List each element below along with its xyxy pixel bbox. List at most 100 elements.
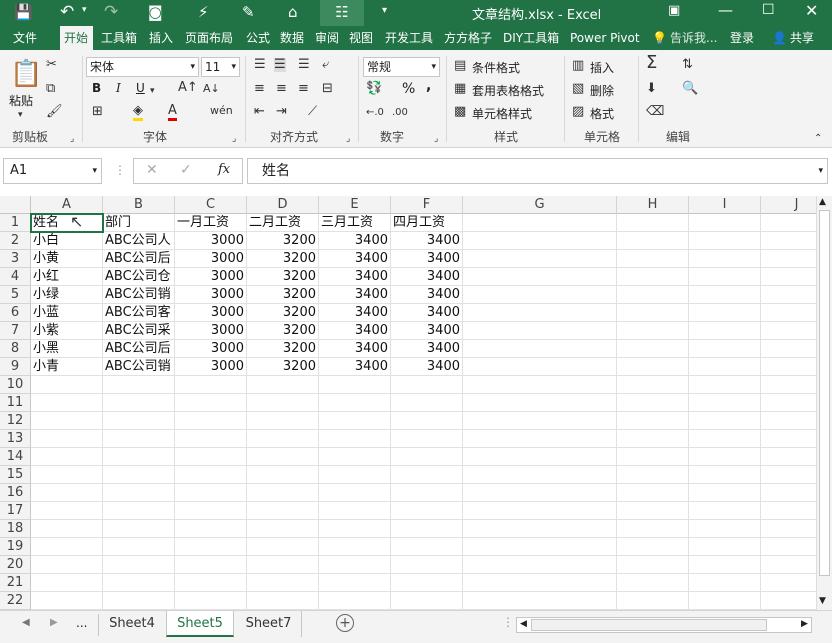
row-header-21[interactable]: 21 xyxy=(0,574,31,592)
cell-b16[interactable] xyxy=(103,484,175,502)
cell-i22[interactable] xyxy=(689,592,761,610)
font-size-combo[interactable]: 11 ▾ xyxy=(201,57,240,77)
cell-h13[interactable] xyxy=(617,430,689,448)
cell-h22[interactable] xyxy=(617,592,689,610)
cell-c12[interactable] xyxy=(175,412,247,430)
conditional-format-button[interactable]: 条件格式 xyxy=(472,59,520,76)
cell-b9[interactable]: ABC公司销 xyxy=(103,358,175,376)
align-right-icon[interactable]: ≡ xyxy=(298,82,309,96)
row-header-13[interactable]: 13 xyxy=(0,430,31,448)
cell-b8[interactable]: ABC公司后 xyxy=(103,340,175,358)
cell-h6[interactable] xyxy=(617,304,689,322)
row-header-22[interactable]: 22 xyxy=(0,592,31,610)
decrease-font-icon[interactable]: A↓ xyxy=(203,82,220,96)
row-header-7[interactable]: 7 xyxy=(0,322,31,340)
cell-c21[interactable] xyxy=(175,574,247,592)
cell-e15[interactable] xyxy=(319,466,391,484)
redo-icon[interactable]: ↷ xyxy=(104,2,118,22)
percent-button[interactable]: % xyxy=(402,81,415,97)
row-header-15[interactable]: 15 xyxy=(0,466,31,484)
cell-h12[interactable] xyxy=(617,412,689,430)
cell-h10[interactable] xyxy=(617,376,689,394)
login-link[interactable]: 登录 xyxy=(730,26,754,50)
cell-g21[interactable] xyxy=(463,574,617,592)
cell-g12[interactable] xyxy=(463,412,617,430)
cell-i1[interactable] xyxy=(689,214,761,232)
cell-f21[interactable] xyxy=(391,574,463,592)
cell-b17[interactable] xyxy=(103,502,175,520)
camera-icon[interactable]: ◙ xyxy=(148,3,163,21)
cell-f13[interactable] xyxy=(391,430,463,448)
cell-e20[interactable] xyxy=(319,556,391,574)
cell-e12[interactable] xyxy=(319,412,391,430)
cell-d8[interactable]: 3200 xyxy=(247,340,319,358)
chevron-down-icon[interactable]: ▾ xyxy=(431,58,436,76)
align-bottom-icon[interactable]: ☰ xyxy=(298,58,310,72)
cell-c4[interactable]: 3000 xyxy=(175,268,247,286)
number-format-combo[interactable]: 常规 ▾ xyxy=(363,57,440,77)
formula-input[interactable]: 姓名 ▾ xyxy=(247,158,828,184)
cell-h18[interactable] xyxy=(617,520,689,538)
insert-cells-button[interactable]: 插入 xyxy=(590,59,614,76)
wrap-text-icon[interactable]: ⤶ xyxy=(322,58,329,72)
login-icon[interactable]: ⌂ xyxy=(288,3,298,21)
tab-formulas[interactable]: 公式 xyxy=(246,26,270,50)
cell-f16[interactable] xyxy=(391,484,463,502)
cell-a22[interactable] xyxy=(31,592,103,610)
cell-e11[interactable] xyxy=(319,394,391,412)
bold-button[interactable]: B xyxy=(92,81,101,95)
cell-d12[interactable] xyxy=(247,412,319,430)
cell-a21[interactable] xyxy=(31,574,103,592)
font-name-combo[interactable]: 宋体 ▾ xyxy=(86,57,199,77)
orientation-icon[interactable]: ⟋ xyxy=(308,105,317,119)
cell-b11[interactable] xyxy=(103,394,175,412)
cell-f4[interactable]: 3400 xyxy=(391,268,463,286)
cell-c16[interactable] xyxy=(175,484,247,502)
cell-i9[interactable] xyxy=(689,358,761,376)
cell-a4[interactable]: 小红 xyxy=(31,268,103,286)
font-color-icon[interactable]: A xyxy=(168,104,177,121)
cell-b5[interactable]: ABC公司销 xyxy=(103,286,175,304)
expand-formula-icon[interactable]: ▾ xyxy=(818,159,823,183)
tab-power-pivot[interactable]: Power Pivot xyxy=(570,26,640,50)
cell-a18[interactable] xyxy=(31,520,103,538)
increase-decimal-icon[interactable]: ←.0 xyxy=(366,106,384,120)
cell-f19[interactable] xyxy=(391,538,463,556)
cell-c17[interactable] xyxy=(175,502,247,520)
cell-g10[interactable] xyxy=(463,376,617,394)
tab-insert[interactable]: 插入 xyxy=(149,26,173,50)
align-left-icon[interactable]: ≡ xyxy=(254,82,265,96)
cell-b14[interactable] xyxy=(103,448,175,466)
maximize-icon[interactable]: ☐ xyxy=(762,2,775,18)
cell-d19[interactable] xyxy=(247,538,319,556)
tab-developer[interactable]: 开发工具 xyxy=(385,26,433,50)
align-center-icon[interactable]: ≡ xyxy=(276,82,287,96)
cell-e8[interactable]: 3400 xyxy=(319,340,391,358)
tell-me-box[interactable]: 告诉我... xyxy=(670,26,717,50)
cell-d7[interactable]: 3200 xyxy=(247,322,319,340)
cell-f12[interactable] xyxy=(391,412,463,430)
cell-d3[interactable]: 3200 xyxy=(247,250,319,268)
cell-i5[interactable] xyxy=(689,286,761,304)
cell-i4[interactable] xyxy=(689,268,761,286)
ribbon-display-icon[interactable]: ▣ xyxy=(668,3,680,18)
underline-button[interactable]: U xyxy=(136,81,145,95)
cell-i19[interactable] xyxy=(689,538,761,556)
row-header-2[interactable]: 2 xyxy=(0,232,31,250)
paste-button[interactable]: 粘贴 xyxy=(9,92,33,109)
prev-sheet-icon[interactable]: ◀ xyxy=(22,617,30,628)
row-header-9[interactable]: 9 xyxy=(0,358,31,376)
chevron-down-icon[interactable]: ▾ xyxy=(92,159,97,183)
comma-button[interactable]: , xyxy=(426,78,431,94)
cancel-icon[interactable]: ✕ xyxy=(146,162,158,178)
select-all-corner[interactable] xyxy=(0,196,31,214)
border-icon[interactable]: ⊞ xyxy=(92,105,103,119)
cell-e9[interactable]: 3400 xyxy=(319,358,391,376)
scroll-down-icon[interactable]: ▼ xyxy=(819,596,826,606)
cell-c6[interactable]: 3000 xyxy=(175,304,247,322)
copy-icon[interactable]: ⧉ xyxy=(46,82,55,96)
cell-d16[interactable] xyxy=(247,484,319,502)
cell-c3[interactable]: 3000 xyxy=(175,250,247,268)
cell-a11[interactable] xyxy=(31,394,103,412)
find-select-icon[interactable]: 🔍 xyxy=(682,82,698,96)
